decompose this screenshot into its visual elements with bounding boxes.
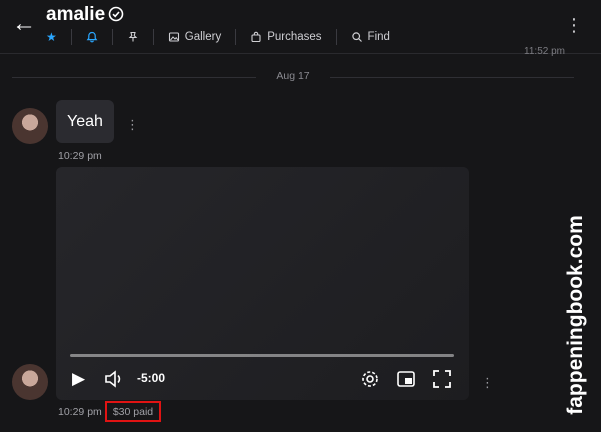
- video-time-remaining: -5:00: [137, 371, 166, 385]
- notifications-button[interactable]: [86, 31, 98, 43]
- paid-status-text: $30 paid: [112, 405, 154, 418]
- pin-button[interactable]: [127, 31, 139, 43]
- date-separator: Aug 17: [12, 69, 574, 85]
- message-time: 10:29 pm: [58, 150, 102, 162]
- chat-header: ← amalie ⋮ ★ Gallery Purchases Find: [0, 0, 601, 54]
- play-icon[interactable]: ▶: [72, 369, 85, 389]
- message-bubble[interactable]: Yeah: [56, 100, 114, 143]
- bell-icon: [86, 31, 98, 43]
- previous-message-time: 11:52 pm: [524, 46, 565, 57]
- more-vertical-icon[interactable]: ⋮: [565, 16, 583, 34]
- settings-gear-icon[interactable]: [361, 370, 379, 388]
- video-controls: ▶ -5:00: [56, 365, 469, 393]
- chat-toolbar: ★ Gallery Purchases Find: [46, 28, 390, 46]
- fullscreen-icon[interactable]: [433, 370, 451, 388]
- bag-icon: [251, 31, 261, 43]
- watermark: fappeningbook.com: [555, 210, 597, 420]
- message-options-icon[interactable]: ⋮: [481, 375, 494, 391]
- star-icon: ★: [46, 30, 57, 44]
- message-text: Yeah: [67, 112, 103, 130]
- back-arrow-icon[interactable]: ←: [12, 12, 36, 36]
- date-label: Aug 17: [276, 70, 310, 82]
- chat-title[interactable]: amalie: [46, 4, 105, 26]
- toolbar-divider: [152, 29, 154, 45]
- gallery-icon: [168, 32, 179, 42]
- toolbar-divider: [235, 29, 237, 45]
- toolbar-divider: [335, 29, 337, 45]
- volume-icon[interactable]: [104, 370, 124, 388]
- message-time: 10:29 pm: [58, 406, 102, 418]
- toolbar-divider: [70, 29, 72, 45]
- verified-check-icon: [108, 6, 124, 22]
- message-options-icon[interactable]: ⋮: [126, 117, 139, 133]
- search-icon: [351, 32, 362, 42]
- find-button[interactable]: Find: [351, 31, 390, 43]
- pin-icon: [128, 31, 138, 42]
- gallery-button[interactable]: Gallery: [168, 31, 221, 43]
- purchases-button[interactable]: Purchases: [250, 31, 322, 43]
- toolbar-divider: [111, 29, 113, 45]
- star-button[interactable]: ★: [46, 31, 57, 43]
- video-progress-bar[interactable]: [70, 354, 454, 357]
- video-player[interactable]: ▶ -5:00: [56, 167, 469, 400]
- find-label: Find: [367, 31, 390, 43]
- avatar[interactable]: [12, 108, 48, 144]
- gallery-label: Gallery: [184, 31, 222, 43]
- purchases-label: Purchases: [267, 31, 322, 43]
- paid-status-badge: $30 paid: [105, 401, 161, 422]
- avatar[interactable]: [12, 364, 48, 400]
- watermark-text: fappeningbook.com: [564, 215, 587, 415]
- picture-in-picture-icon[interactable]: [397, 371, 415, 387]
